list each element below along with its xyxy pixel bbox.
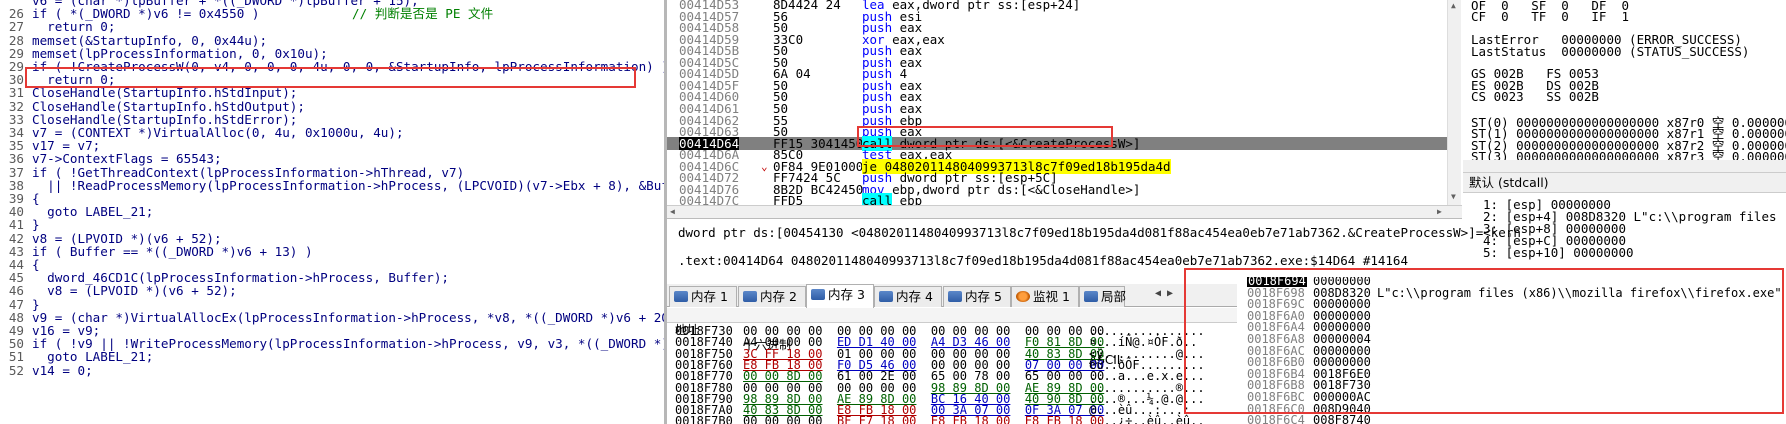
code-line: 52 v14 = 0; — [0, 363, 664, 378]
memory-dump[interactable]: 地址 十六进制 ASCII 0018F730 00 00 00 00 00 00 … — [667, 308, 1237, 424]
calling-convention-select[interactable]: 默认 (stdcall) — [1463, 173, 1786, 193]
disasm-row[interactable]: 00414D7C FFD5 call ebp — [667, 193, 1447, 205]
dump-hex[interactable]: 00 00 00 00 BF F7 18 00 E8 FB 18 00 E8 F… — [743, 415, 1104, 424]
watch-icon — [1016, 291, 1030, 302]
disassembly-view[interactable]: 00414D53 8D4424 24 lea eax,dword ptr ss:[e… — [667, 0, 1462, 205]
memory-icon — [743, 291, 757, 302]
registers-horizontal-scrollbar[interactable] — [1463, 160, 1786, 172]
tab-watch-1[interactable]: 监视 1 — [1011, 286, 1079, 307]
tab-memory-4[interactable]: 内存 4 — [874, 286, 942, 307]
memory-icon — [948, 291, 962, 302]
tab-memory-2[interactable]: 内存 2 — [738, 286, 806, 307]
highlight-box-call-createprocessw — [857, 126, 1113, 147]
register-line[interactable]: CF 0 TF 0 IF 1 — [1471, 9, 1629, 24]
debugger-window: 00414D53 8D4424 24 lea eax,dword ptr ss:[e… — [667, 0, 1786, 424]
scroll-up-icon[interactable]: ▲ — [1451, 1, 1456, 10]
disasm-bytes: FFD5 — [773, 193, 804, 205]
register-line[interactable]: CS 0023 SS 002B — [1471, 89, 1599, 104]
scroll-right-icon[interactable]: ▶ — [1437, 207, 1442, 216]
register-line[interactable]: LastStatus 00000000 (STATUS_SUCCESS) — [1471, 44, 1749, 59]
disasm-address[interactable]: 00414D7C — [679, 194, 739, 205]
registers-panel[interactable]: OF 0 SF 0 DF 0 CF 0 TF 0 IF 1 LastError 00… — [1463, 0, 1786, 172]
tab-locals[interactable]: 局部 — [1079, 286, 1127, 307]
tab-label: 局部 — [1101, 289, 1127, 304]
dump-tabbar: 内存 1 内存 2 内存 3 内存 4 内存 5 监视 1 局部 ◀ ▶ — [667, 284, 1237, 308]
dump-address[interactable]: 0018F7B0 — [675, 415, 733, 424]
tab-memory-5[interactable]: 内存 5 — [943, 286, 1011, 307]
tab-label: 监视 1 — [1033, 289, 1070, 304]
tab-label: 内存 1 — [691, 289, 728, 304]
scroll-left-icon[interactable]: ◀ — [670, 207, 675, 216]
tab-memory-1[interactable]: 内存 1 — [669, 286, 737, 307]
tab-memory-3[interactable]: 内存 3 — [806, 284, 874, 308]
highlight-box-createprocess — [25, 67, 636, 88]
info-line-operand: dword ptr ds:[00454130 <0480201148040993… — [678, 225, 1521, 240]
decompiler-pane[interactable]: v6 = (char *)lpBuffer + *((_DWORD *)lpBu… — [0, 0, 664, 424]
dump-header: 地址 十六进制 ASCII — [667, 308, 1237, 367]
info-line-location: .text:00414D64 0480201148040993713l8c7f0… — [678, 253, 1408, 268]
disasm-vertical-scrollbar[interactable]: ▲ ▼ — [1447, 0, 1461, 205]
dump-ascii: ....¿÷..èû..èû.. — [1089, 414, 1205, 424]
memory-icon — [1084, 291, 1098, 302]
highlight-box-stack — [1184, 268, 1784, 414]
tab-scroll-right-icon[interactable]: ▶ — [1167, 288, 1177, 304]
disasm-instruction: call ebp — [862, 193, 922, 205]
call-argument-line[interactable]: 5: [esp+10] 00000000 — [1483, 245, 1634, 260]
memory-icon — [811, 289, 825, 300]
tab-scroll-left-icon[interactable]: ◀ — [1155, 288, 1165, 304]
disasm-horizontal-scrollbar[interactable]: ◀ ▶ — [667, 205, 1462, 218]
memory-icon — [674, 291, 688, 302]
tab-label: 内存 2 — [760, 289, 797, 304]
scroll-down-icon[interactable]: ▼ — [1451, 192, 1456, 201]
stack-value: 008F8740 — [1313, 413, 1371, 424]
call-arguments-panel[interactable]: 默认 (stdcall) 1: [esp] 00000000 2: [esp+4]… — [1463, 172, 1786, 272]
tab-label: 内存 3 — [828, 287, 865, 302]
tab-label: 内存 5 — [965, 289, 1002, 304]
line-number: 52 — [8, 362, 24, 378]
code-text: v14 = 0; — [32, 362, 93, 378]
stack-address[interactable]: 0018F6C4 — [1247, 414, 1305, 424]
memory-icon — [879, 291, 893, 302]
tab-label: 内存 4 — [896, 289, 933, 304]
